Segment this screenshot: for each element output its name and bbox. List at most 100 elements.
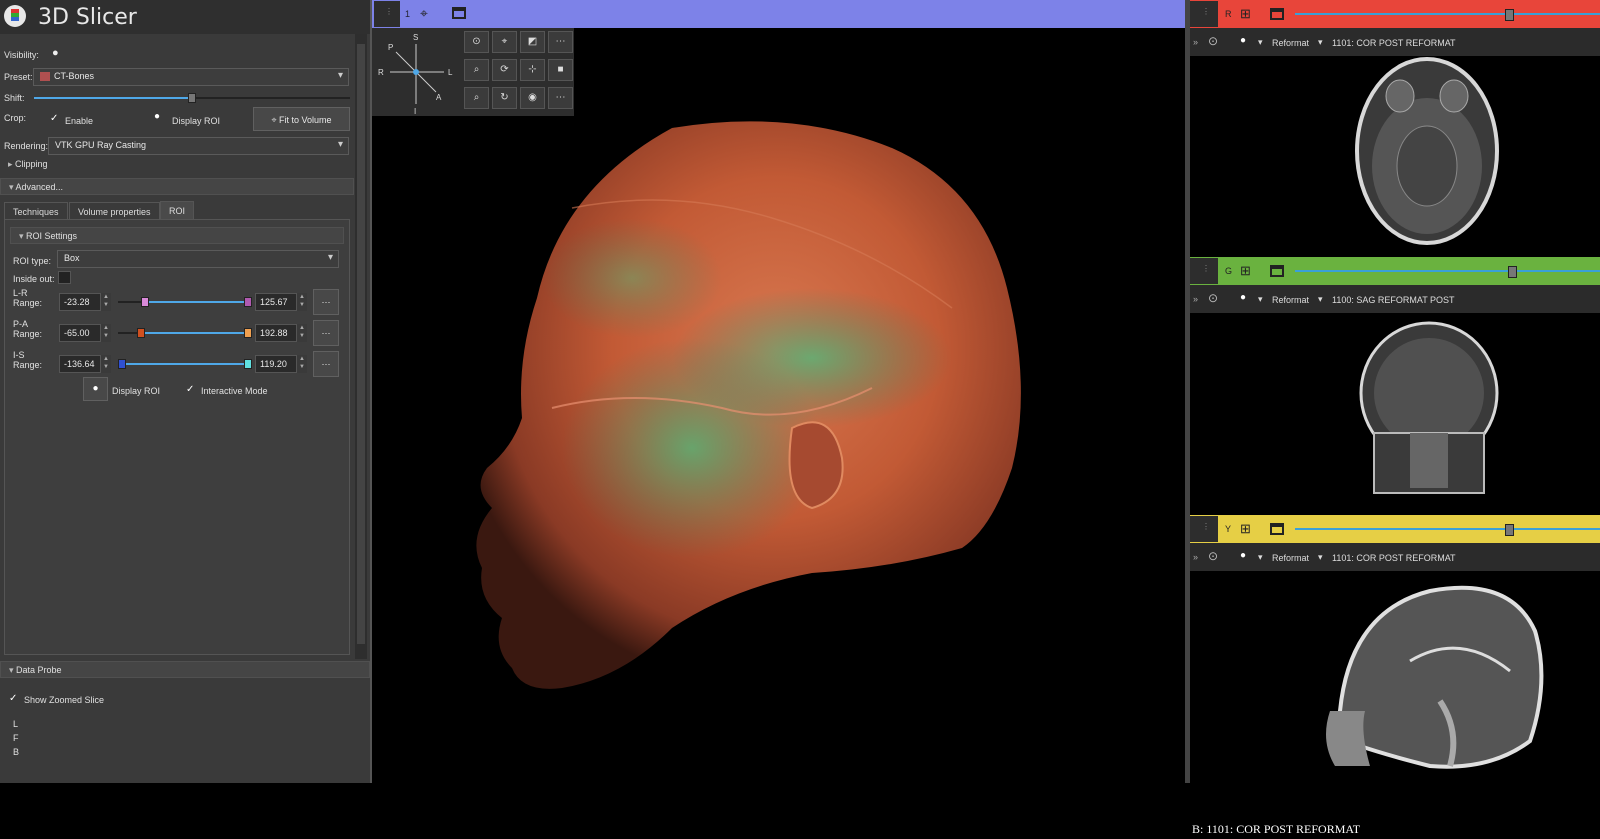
range-min-spinbox-2[interactable]: -136.64 (59, 355, 101, 373)
eye-icon[interactable]: ● (1240, 292, 1246, 303)
scrollbar-thumb[interactable] (357, 44, 365, 644)
roi-settings-section[interactable]: ROI Settings (10, 227, 344, 244)
view3d-canvas[interactable]: S I R L P A ⊙ ⌖ ◩ ⋯ ⌕ ⟳ ⊹ ■ ⌕ ↻ ◉ ⋯ (372, 28, 1185, 783)
maximize-view-icon[interactable] (1270, 265, 1284, 277)
range-max-spinbox-1[interactable]: 192.88 (255, 324, 297, 342)
zoom-out-button[interactable]: ⌕ (464, 87, 489, 109)
center-3d-button[interactable]: ⌖ (492, 31, 517, 53)
slice-link-icon-2[interactable]: ⊞ (1240, 521, 1251, 537)
maximize-view-icon[interactable] (1270, 523, 1284, 535)
reformat-selector-2[interactable]: Reformat (1272, 553, 1309, 563)
range-min-spinbox-0[interactable]: -23.28 (59, 293, 101, 311)
slice-pin-button-2[interactable]: ⋮ (1190, 516, 1218, 542)
tab-volume-properties[interactable]: Volume properties (69, 202, 160, 219)
range-min-handle-2[interactable] (118, 359, 126, 369)
slice-image-2[interactable]: B: 1101: COR POST REFORMAT (1190, 571, 1600, 839)
data-probe-section[interactable]: Data Probe (0, 661, 370, 678)
spin-view-button[interactable]: ⟳ (492, 59, 517, 81)
range-min-arrows-0[interactable]: ▲ ▼ (101, 293, 111, 311)
range-max-handle-0[interactable] (244, 297, 252, 307)
range-more-button-2[interactable]: ⋯ (313, 351, 339, 377)
maximize-view-icon[interactable] (1270, 8, 1284, 20)
fit-to-volume-button[interactable]: ⌖ Fit to Volume (253, 107, 350, 131)
tab-techniques[interactable]: Techniques (4, 202, 68, 219)
reformat-selector-0[interactable]: Reformat (1272, 38, 1309, 48)
volume-selector-1[interactable]: 1100: SAG REFORMAT POST (1332, 295, 1455, 305)
range-more-button-0[interactable]: ⋯ (313, 289, 339, 315)
dropdown-arrow-icon[interactable]: ▾ (1258, 552, 1263, 563)
rock-view-button[interactable]: ↻ (492, 87, 517, 109)
shift-slider-handle[interactable] (188, 93, 196, 103)
expand-icon[interactable]: » (1193, 552, 1198, 562)
link-icon[interactable]: ⊙ (1208, 549, 1218, 563)
center-view-icon[interactable]: ⌖ (420, 5, 428, 22)
volume-selector-0[interactable]: 1101: COR POST REFORMAT (1332, 38, 1456, 48)
background-color-button[interactable]: ■ (548, 59, 573, 81)
range-slider-1[interactable] (118, 328, 252, 338)
dropdown-arrow-icon[interactable]: ▾ (1318, 552, 1323, 563)
range-max-spinbox-0[interactable]: 125.67 (255, 293, 297, 311)
show-zoomed-checkbox[interactable]: ✓ (9, 693, 17, 704)
dropdown-arrow-icon[interactable]: ▾ (1258, 294, 1263, 305)
inside-out-checkbox[interactable] (58, 271, 71, 284)
dropdown-arrow-icon[interactable]: ▾ (1258, 37, 1263, 48)
range-max-handle-1[interactable] (244, 328, 252, 338)
link-icon[interactable]: ⊙ (1208, 34, 1218, 48)
range-max-handle-2[interactable] (244, 359, 252, 369)
eye-icon[interactable]: ● (1240, 35, 1246, 46)
crop-enable-checkbox[interactable]: ✓ (50, 113, 58, 124)
range-slider-0[interactable] (118, 297, 252, 307)
range-max-arrows-2[interactable]: ▲ ▼ (297, 355, 307, 373)
box-visibility-button[interactable]: ◩ (520, 31, 545, 53)
display-roi-eye-icon[interactable]: ● (154, 111, 160, 122)
module-scrollbar[interactable] (355, 34, 367, 659)
slice-offset-handle-2[interactable] (1505, 524, 1514, 536)
slice-offset-slider-1[interactable] (1295, 266, 1600, 278)
slice-link-icon-0[interactable]: ⊞ (1240, 6, 1251, 22)
range-min-handle-1[interactable] (136, 328, 145, 338)
link-views-button[interactable]: ⊙ (464, 31, 489, 53)
slice-image-0[interactable]: B: 1101: COR POST REFORMAT (1190, 56, 1600, 285)
slice-offset-handle-1[interactable] (1508, 266, 1517, 278)
slice-link-icon-1[interactable]: ⊞ (1240, 263, 1251, 279)
display-roi-toggle-button[interactable]: ● (83, 377, 108, 401)
view3d-pin-button[interactable]: ⋮ (374, 1, 400, 27)
reformat-selector-1[interactable]: Reformat (1272, 295, 1309, 305)
preset-combo[interactable]: CT-Bones (33, 68, 349, 86)
roi-type-combo[interactable]: Box (57, 250, 339, 268)
advanced-section[interactable]: Advanced... (0, 178, 354, 195)
interactive-mode-checkbox[interactable]: ✓ (186, 384, 194, 395)
clipping-section[interactable]: Clipping (0, 157, 354, 172)
maximize-view-icon[interactable] (452, 7, 466, 19)
range-min-spinbox-1[interactable]: -65.00 (59, 324, 101, 342)
eye-icon[interactable]: ● (52, 47, 59, 59)
orientation-marker[interactable]: S I R L P A (372, 28, 460, 116)
range-max-arrows-0[interactable]: ▲ ▼ (297, 293, 307, 311)
rendering-combo[interactable]: VTK GPU Ray Casting (48, 137, 349, 155)
more-options-button-2[interactable]: ⋯ (548, 87, 573, 109)
dropdown-arrow-icon[interactable]: ▾ (1318, 37, 1323, 48)
range-max-spinbox-2[interactable]: 119.20 (255, 355, 297, 373)
slice-offset-slider-2[interactable] (1295, 524, 1600, 536)
volume-selector-2[interactable]: 1101: COR POST REFORMAT (1332, 553, 1456, 563)
expand-icon[interactable]: » (1193, 37, 1198, 47)
eye-icon[interactable]: ● (1240, 550, 1246, 561)
slice-offset-slider-0[interactable] (1295, 9, 1600, 21)
slice-pin-button-0[interactable]: ⋮ (1190, 1, 1218, 27)
range-min-arrows-1[interactable]: ▲ ▼ (101, 324, 111, 342)
axes-button[interactable]: ⊹ (520, 59, 545, 81)
link-icon[interactable]: ⊙ (1208, 291, 1218, 305)
slice-image-1[interactable]: B: 1100: SAG REFORMAT POST (1190, 313, 1600, 542)
range-slider-2[interactable] (118, 359, 252, 369)
expand-icon[interactable]: » (1193, 294, 1198, 304)
range-min-arrows-2[interactable]: ▲ ▼ (101, 355, 111, 373)
slice-pin-button-1[interactable]: ⋮ (1190, 258, 1218, 284)
range-more-button-1[interactable]: ⋯ (313, 320, 339, 346)
stereo-button[interactable]: ◉ (520, 87, 545, 109)
shift-slider[interactable] (34, 93, 350, 103)
zoom-in-button[interactable]: ⌕ (464, 59, 489, 81)
more-options-button-1[interactable]: ⋯ (548, 31, 573, 53)
range-min-handle-0[interactable] (140, 297, 149, 307)
tab-roi[interactable]: ROI (160, 201, 195, 219)
range-max-arrows-1[interactable]: ▲ ▼ (297, 324, 307, 342)
